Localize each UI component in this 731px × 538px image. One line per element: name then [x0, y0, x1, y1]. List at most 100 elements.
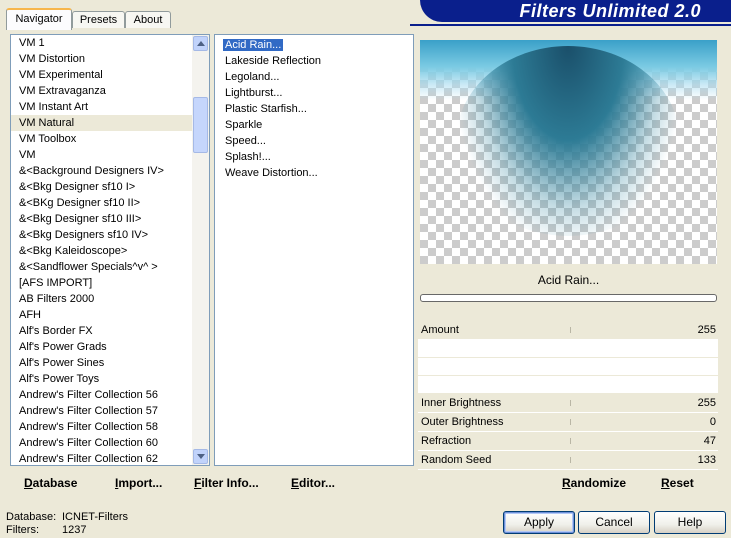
filter-item[interactable]: Acid Rain...	[215, 37, 413, 53]
filter-item[interactable]: Splash!...	[215, 149, 413, 165]
category-item[interactable]: Andrew's Filter Collection 57	[11, 403, 193, 419]
filter-item[interactable]: Lakeside Reflection	[215, 53, 413, 69]
category-item[interactable]: &<Bkg Kaleidoscope>	[11, 243, 193, 259]
slider-tick	[570, 457, 571, 463]
filter-item[interactable]: Speed...	[215, 133, 413, 149]
filter-info-button[interactable]: Filter Info...	[194, 470, 259, 497]
param-value: 0	[709, 416, 716, 428]
filter-item[interactable]: Legoland...	[215, 69, 413, 85]
category-item[interactable]: &<Bkg Designer sf10 III>	[11, 211, 193, 227]
category-list[interactable]: VM 1 VM Distortion VM Experimental VM Extra…	[10, 34, 210, 466]
slider-tick	[570, 419, 571, 425]
slider-tick	[570, 400, 571, 406]
filter-item-label: Weave Distortion...	[225, 167, 318, 179]
filters-count: 1237	[62, 524, 87, 536]
database-value: ICNET-Filters	[62, 511, 128, 523]
category-item[interactable]: AB Filters 2000	[11, 291, 193, 307]
category-item[interactable]: VM Distortion	[11, 51, 193, 67]
scroll-up-button[interactable]	[193, 36, 208, 51]
param-value: 47	[703, 435, 716, 447]
param-slider[interactable]: Outer Brightness 0	[418, 413, 718, 432]
param-value: 255	[697, 397, 716, 409]
param-slider[interactable]: Random Seed 133	[418, 451, 718, 470]
filter-item[interactable]: Lightburst...	[215, 85, 413, 101]
cancel-button[interactable]: Cancel	[578, 511, 650, 534]
category-item[interactable]: VM Toolbox	[11, 131, 193, 147]
param-label: Outer Brightness	[421, 416, 504, 428]
filters-label: Filters:	[6, 524, 39, 536]
category-item[interactable]: Alf's Power Toys	[11, 371, 193, 387]
filter-item-label: Plastic Starfish...	[225, 103, 307, 115]
filter-list[interactable]: Acid Rain... Lakeside Reflection Legoland.…	[214, 34, 414, 466]
param-value: 133	[697, 454, 716, 466]
editor-button[interactable]: Editor...	[291, 470, 335, 497]
category-item[interactable]: VM 1	[11, 35, 193, 51]
preview-image	[420, 40, 717, 264]
category-list-items: VM 1 VM Distortion VM Experimental VM Extra…	[11, 35, 193, 465]
progress-bar	[420, 294, 717, 302]
category-item[interactable]: Andrew's Filter Collection 58	[11, 419, 193, 435]
category-item[interactable]: &<Bkg Designer sf10 I>	[11, 179, 193, 195]
tab-navigator[interactable]: Navigator	[6, 8, 72, 30]
param-slider[interactable]: Refraction 47	[418, 432, 718, 451]
param-action-bar: Randomize Reset	[418, 470, 718, 495]
database-label: Database:	[6, 511, 57, 523]
category-item[interactable]: VM Extravaganza	[11, 83, 193, 99]
filter-item[interactable]: Plastic Starfish...	[215, 101, 413, 117]
category-item[interactable]: Alf's Power Sines	[11, 355, 193, 371]
param-label: Inner Brightness	[421, 397, 502, 409]
filter-item-label: Sparkle	[225, 119, 263, 131]
reset-button[interactable]: Reset	[661, 470, 694, 497]
slider-tick	[570, 438, 571, 444]
category-item[interactable]: Alf's Border FX	[11, 323, 193, 339]
tab-about[interactable]: About	[125, 11, 171, 28]
category-item[interactable]: Andrew's Filter Collection 62	[11, 451, 193, 465]
category-item[interactable]: VM	[11, 147, 193, 163]
filter-item-label: Lightburst...	[225, 87, 283, 99]
apply-button[interactable]: Apply	[503, 511, 575, 534]
category-item[interactable]: VM Natural	[11, 115, 193, 131]
category-item[interactable]: &<BKg Designer sf10 II>	[11, 195, 193, 211]
category-item[interactable]: &<Background Designers IV>	[11, 163, 193, 179]
category-item[interactable]: Alf's Power Grads	[11, 339, 193, 355]
empty-param-row	[418, 340, 718, 358]
slider-tick	[570, 327, 571, 333]
randomize-button[interactable]: Randomize	[562, 470, 626, 497]
category-item[interactable]: VM Experimental	[11, 67, 193, 83]
filter-item-label: Legoland...	[225, 71, 280, 83]
param-slider[interactable]: Amount 255	[418, 321, 718, 340]
category-item[interactable]: &<Sandflower Specials^v^ >	[11, 259, 193, 275]
scroll-down-button[interactable]	[193, 449, 208, 464]
filter-item-label: Splash!...	[225, 151, 271, 163]
filter-item-label: Acid Rain...	[223, 39, 284, 51]
database-button[interactable]: Database	[24, 470, 77, 497]
empty-param-row	[418, 376, 718, 394]
category-item[interactable]: Andrew's Filter Collection 56	[11, 387, 193, 403]
filter-item[interactable]: Weave Distortion...	[215, 165, 413, 181]
chevron-up-icon	[197, 41, 205, 46]
empty-param-row	[418, 358, 718, 376]
param-value: 255	[697, 324, 716, 336]
param-slider[interactable]: Inner Brightness 255	[418, 394, 718, 413]
banner-title: Filters Unlimited 2.0	[519, 1, 701, 21]
filter-item[interactable]: Sparkle	[215, 117, 413, 133]
filter-list-items: Acid Rain... Lakeside Reflection Legoland.…	[215, 37, 413, 181]
category-item[interactable]: AFH	[11, 307, 193, 323]
help-button[interactable]: Help	[654, 511, 726, 534]
status-info: Database: ICNET-Filters Filters: 1237	[6, 511, 128, 537]
scroll-thumb[interactable]	[193, 97, 208, 153]
parameter-sliders: Amount 255 Inner Brightness 255 Outer Bright…	[418, 321, 718, 470]
param-label: Amount	[421, 324, 459, 336]
param-label: Refraction	[421, 435, 472, 447]
current-filter-name: Acid Rain...	[537, 273, 600, 287]
preview-dome	[456, 46, 680, 236]
category-scrollbar[interactable]	[192, 35, 209, 465]
param-label: Random Seed	[421, 454, 492, 466]
tab-presets[interactable]: Presets	[72, 11, 125, 28]
import-button[interactable]: Import...	[115, 470, 162, 497]
category-item[interactable]: Andrew's Filter Collection 60	[11, 435, 193, 451]
category-item[interactable]: [AFS IMPORT]	[11, 275, 193, 291]
category-item[interactable]: &<Bkg Designers sf10 IV>	[11, 227, 193, 243]
category-item[interactable]: VM Instant Art	[11, 99, 193, 115]
filter-item-label: Speed...	[225, 135, 266, 147]
